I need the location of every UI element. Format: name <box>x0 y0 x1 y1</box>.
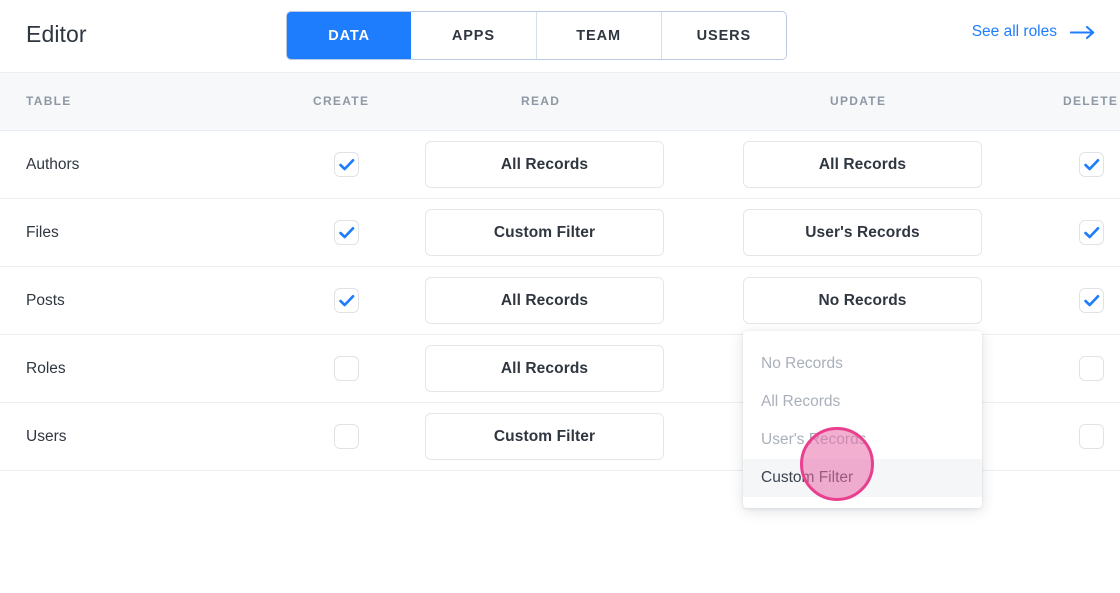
dropdown-option-custom-filter[interactable]: Custom Filter <box>743 459 982 497</box>
check-icon <box>339 294 355 308</box>
dropdown-option-all-records[interactable]: All Records <box>743 383 982 421</box>
delete-checkbox[interactable] <box>1079 288 1104 313</box>
top-bar: Editor DATA APPS TEAM USERS See all role… <box>0 0 1120 72</box>
create-checkbox[interactable] <box>334 288 359 313</box>
column-header-delete: DELETE <box>1063 94 1118 108</box>
row-table-name: Roles <box>26 360 66 378</box>
create-checkbox[interactable] <box>334 356 359 381</box>
check-icon <box>339 158 355 172</box>
section-tabs: DATA APPS TEAM USERS <box>286 11 787 60</box>
create-checkbox[interactable] <box>334 424 359 449</box>
check-icon <box>1084 158 1100 172</box>
read-permission-button[interactable]: Custom Filter <box>425 413 664 460</box>
check-icon <box>339 226 355 240</box>
read-permission-button[interactable]: All Records <box>425 277 664 324</box>
update-permission-button[interactable]: User's Records <box>743 209 982 256</box>
table-row: Authors All Records All Records <box>0 131 1120 199</box>
read-permission-button[interactable]: All Records <box>425 345 664 392</box>
read-permission-button[interactable]: Custom Filter <box>425 209 664 256</box>
column-header-create: CREATE <box>313 94 369 108</box>
arrow-right-icon <box>1070 25 1096 40</box>
row-table-name: Users <box>26 428 66 446</box>
tab-users[interactable]: USERS <box>662 12 786 59</box>
see-all-roles-link[interactable]: See all roles <box>972 23 1096 41</box>
row-table-name: Files <box>26 224 59 242</box>
update-permission-dropdown-menu[interactable]: No Records All Records User's Records Cu… <box>743 331 982 508</box>
table-header-row: TABLE CREATE READ UPDATE DELETE <box>0 72 1120 131</box>
dropdown-option-users-records[interactable]: User's Records <box>743 421 982 459</box>
column-header-read: READ <box>521 94 560 108</box>
row-table-name: Posts <box>26 292 65 310</box>
read-permission-button[interactable]: All Records <box>425 141 664 188</box>
table-row: Files Custom Filter User's Records <box>0 199 1120 267</box>
create-checkbox[interactable] <box>334 220 359 245</box>
tab-team[interactable]: TEAM <box>537 12 662 59</box>
table-row: Posts All Records No Records <box>0 267 1120 335</box>
column-header-table: TABLE <box>26 94 72 108</box>
update-permission-button[interactable]: No Records <box>743 277 982 324</box>
page-title: Editor <box>26 21 87 48</box>
delete-checkbox[interactable] <box>1079 356 1104 381</box>
tab-apps[interactable]: APPS <box>411 12 536 59</box>
check-icon <box>1084 226 1100 240</box>
update-permission-button[interactable]: All Records <box>743 141 982 188</box>
permissions-editor-screen: Editor DATA APPS TEAM USERS See all role… <box>0 0 1120 593</box>
dropdown-option-no-records[interactable]: No Records <box>743 345 982 383</box>
create-checkbox[interactable] <box>334 152 359 177</box>
tab-data[interactable]: DATA <box>287 12 411 59</box>
delete-checkbox[interactable] <box>1079 424 1104 449</box>
delete-checkbox[interactable] <box>1079 152 1104 177</box>
row-table-name: Authors <box>26 156 79 174</box>
check-icon <box>1084 294 1100 308</box>
column-header-update: UPDATE <box>830 94 886 108</box>
delete-checkbox[interactable] <box>1079 220 1104 245</box>
see-all-roles-label: See all roles <box>972 23 1057 41</box>
